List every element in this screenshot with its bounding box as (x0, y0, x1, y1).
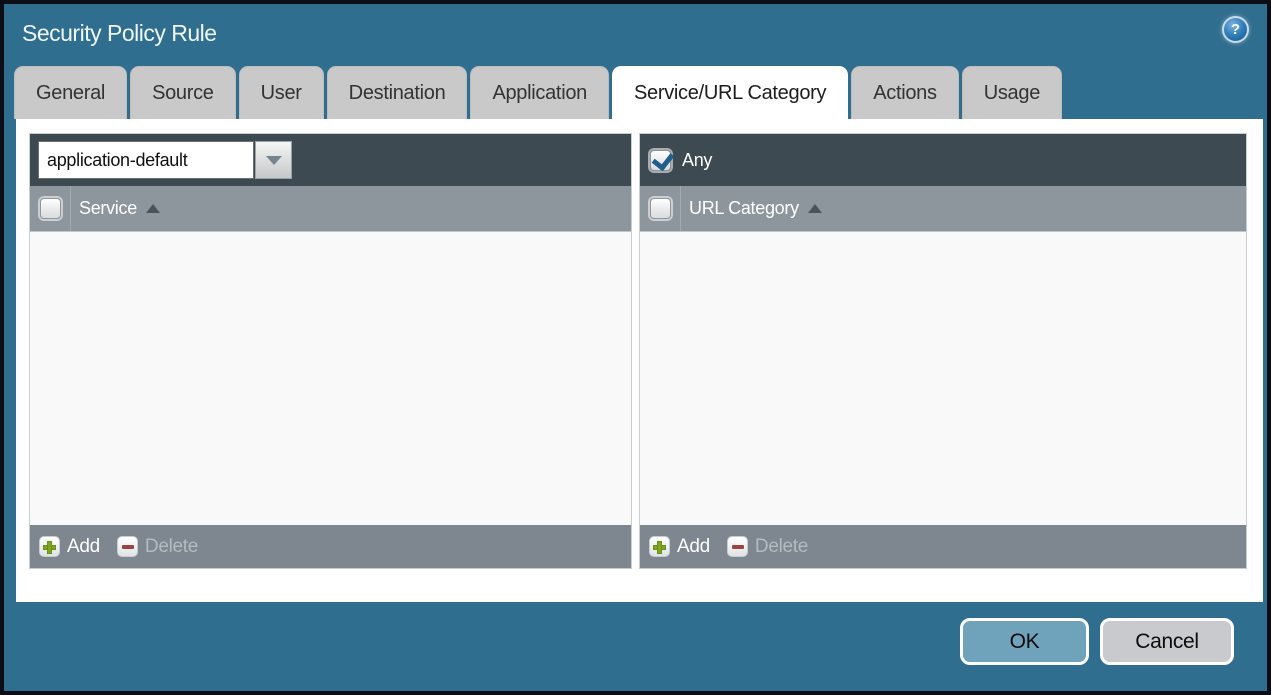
service-panel-footer: Add Delete (30, 525, 631, 568)
tab-destination[interactable]: Destination (326, 66, 468, 119)
service-column-label: Service (79, 198, 137, 218)
service-column-header: Service (30, 186, 631, 232)
service-add-button[interactable]: Add (39, 536, 100, 558)
cancel-button[interactable]: Cancel (1100, 618, 1234, 665)
url-category-add-button[interactable]: Add (649, 536, 710, 558)
sort-ascending-icon (145, 204, 160, 213)
service-delete-button[interactable]: Delete (116, 536, 198, 558)
ok-button[interactable]: OK (960, 618, 1089, 665)
tab-source[interactable]: Source (130, 66, 236, 119)
url-category-panel-header: Any (640, 134, 1246, 186)
chevron-down-icon (265, 155, 282, 165)
tab-application[interactable]: Application (470, 66, 609, 119)
dialog-content: Service Add Delete An (16, 119, 1263, 602)
dialog-button-row: OK Cancel (960, 618, 1234, 665)
service-list (30, 232, 631, 525)
tab-general[interactable]: General (14, 66, 128, 119)
tab-user[interactable]: User (238, 66, 324, 119)
url-category-panel-footer: Add Delete (640, 525, 1246, 568)
plus-icon (39, 536, 60, 557)
url-category-list (640, 232, 1246, 525)
help-icon[interactable]: ? (1222, 16, 1249, 43)
url-category-column-header: URL Category (640, 186, 1246, 232)
url-category-select-all-checkbox[interactable] (649, 198, 671, 219)
url-category-delete-button[interactable]: Delete (726, 536, 808, 558)
service-type-input[interactable] (38, 141, 254, 179)
tab-actions[interactable]: Actions (851, 66, 959, 119)
security-policy-rule-dialog: Security Policy Rule ? General Source Us… (0, 0, 1271, 695)
plus-icon (649, 536, 670, 557)
minus-icon (116, 536, 138, 557)
help-glyph: ? (1230, 21, 1241, 38)
service-column-sort[interactable]: Service (71, 198, 160, 219)
minus-icon (726, 536, 748, 557)
sort-ascending-icon (807, 204, 822, 213)
service-panel-header (30, 134, 631, 186)
any-label: Any (682, 149, 713, 170)
url-category-column-sort[interactable]: URL Category (681, 198, 822, 219)
service-panel: Service Add Delete (29, 133, 632, 569)
url-category-panel: Any URL Category Add Delete (639, 133, 1247, 569)
service-select-all-checkbox[interactable] (39, 198, 61, 219)
tab-bar: General Source User Destination Applicat… (14, 66, 1063, 119)
any-checkbox[interactable] (650, 149, 671, 171)
service-type-combobox (38, 141, 292, 179)
url-category-column-label: URL Category (689, 198, 799, 218)
tab-service-url-category[interactable]: Service/URL Category (611, 66, 849, 119)
service-type-dropdown-button[interactable] (255, 141, 292, 179)
dialog-title: Security Policy Rule (22, 19, 217, 46)
tab-usage[interactable]: Usage (961, 66, 1063, 119)
titlebar: Security Policy Rule (4, 4, 1267, 62)
